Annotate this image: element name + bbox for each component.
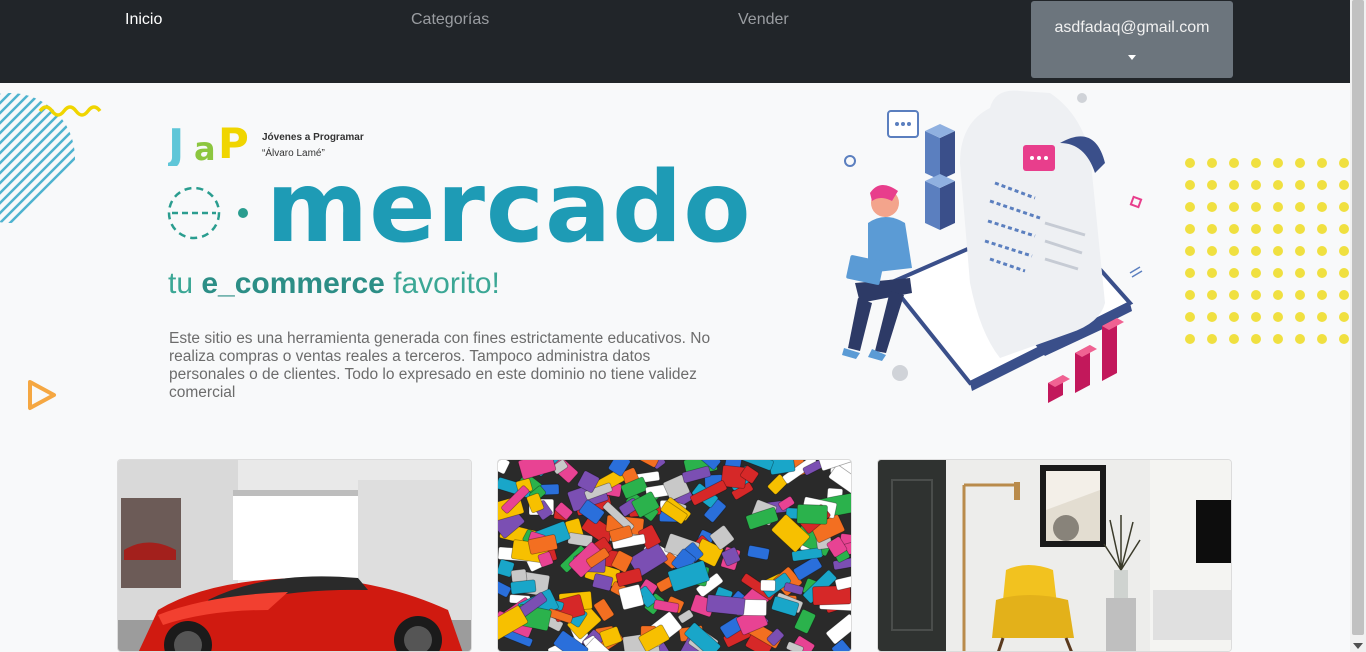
tagline: tu e_commerce favorito! — [168, 267, 500, 301]
category-card-autos[interactable] — [117, 459, 472, 652]
caret-down-icon — [1128, 55, 1136, 60]
play-triangle-decoration — [28, 380, 56, 410]
tagline-part-1: tu — [168, 267, 202, 300]
tagline-bold: e_commerce — [201, 267, 385, 300]
top-navbar: Inicio Categorías Vender asdfadaq@gmail.… — [0, 0, 1350, 83]
category-card-juguetes[interactable] — [497, 459, 852, 652]
disclaimer-text: Este sitio es una herramienta generada c… — [169, 330, 711, 401]
tagline-part-2: favorito! — [384, 267, 500, 300]
scroll-down-arrow-icon[interactable] — [1353, 643, 1363, 649]
nav-link-vender[interactable]: Vender — [738, 11, 789, 29]
nav-link-inicio[interactable]: Inicio — [125, 11, 162, 29]
page-scrollbar[interactable] — [1350, 0, 1366, 652]
nav-link-categorias[interactable]: Categorías — [411, 11, 489, 29]
yellow-armchair-room-image — [878, 460, 1231, 651]
scrollbar-thumb[interactable] — [1352, 0, 1364, 635]
brand-wordmark: mercado — [266, 151, 752, 265]
developer-laptop-illustration — [842, 90, 1143, 403]
jap-line-1: Jóvenes a Programar — [262, 132, 364, 143]
jap-logo: J a P — [168, 119, 249, 166]
svg-text:a: a — [194, 130, 216, 166]
red-sports-car-image — [118, 460, 471, 651]
user-email: asdfadaq@gmail.com — [1054, 19, 1210, 36]
zigzag-wave-decoration — [38, 105, 102, 117]
svg-text:P: P — [218, 119, 249, 166]
user-dropdown-button[interactable]: asdfadaq@gmail.com — [1031, 1, 1233, 78]
svg-text:J: J — [168, 120, 184, 166]
lego-bricks-image — [498, 460, 851, 651]
hero-banner: J a P Jóvenes a Programar “Álvaro Lamé” … — [0, 83, 1350, 443]
e-mercado-symbol — [167, 186, 248, 240]
category-card-muebles[interactable] — [877, 459, 1232, 652]
dot-grid-decoration — [1185, 158, 1349, 344]
